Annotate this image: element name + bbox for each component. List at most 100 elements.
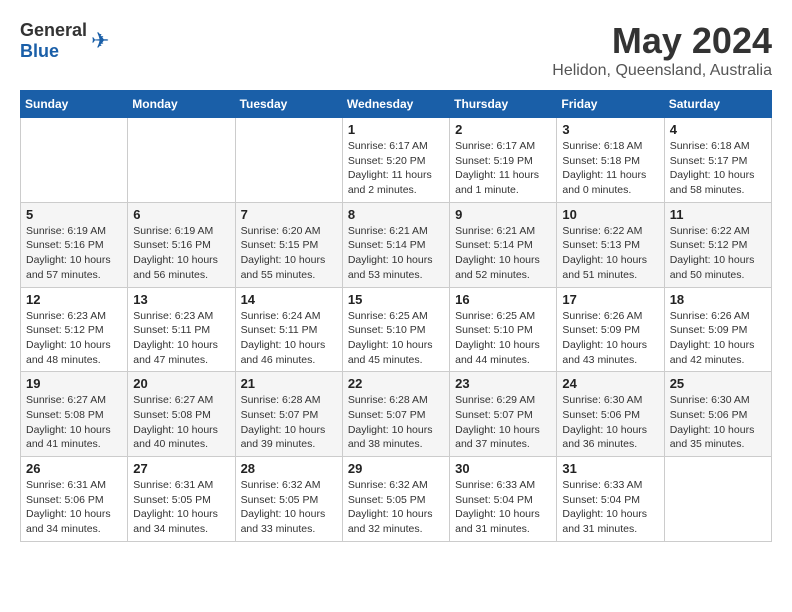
header-thursday: Thursday xyxy=(450,91,557,118)
calendar-header-row: Sunday Monday Tuesday Wednesday Thursday… xyxy=(21,91,772,118)
table-row: 28 Sunrise: 6:32 AMSunset: 5:05 PMDaylig… xyxy=(235,457,342,542)
day-info: Sunrise: 6:31 AMSunset: 5:05 PMDaylight:… xyxy=(133,478,229,537)
day-info: Sunrise: 6:25 AMSunset: 5:10 PMDaylight:… xyxy=(455,309,551,368)
table-row: 31 Sunrise: 6:33 AMSunset: 5:04 PMDaylig… xyxy=(557,457,664,542)
day-info: Sunrise: 6:31 AMSunset: 5:06 PMDaylight:… xyxy=(26,478,122,537)
location-subtitle: Helidon, Queensland, Australia xyxy=(552,62,772,80)
table-row: 7 Sunrise: 6:20 AMSunset: 5:15 PMDayligh… xyxy=(235,202,342,287)
logo-bird-icon: ✈ xyxy=(91,28,109,54)
table-row: 6 Sunrise: 6:19 AMSunset: 5:16 PMDayligh… xyxy=(128,202,235,287)
table-row: 9 Sunrise: 6:21 AMSunset: 5:14 PMDayligh… xyxy=(450,202,557,287)
day-number: 6 xyxy=(133,207,229,222)
day-info: Sunrise: 6:26 AMSunset: 5:09 PMDaylight:… xyxy=(670,309,766,368)
table-row: 25 Sunrise: 6:30 AMSunset: 5:06 PMDaylig… xyxy=(664,372,771,457)
day-info: Sunrise: 6:27 AMSunset: 5:08 PMDaylight:… xyxy=(26,393,122,452)
day-info: Sunrise: 6:21 AMSunset: 5:14 PMDaylight:… xyxy=(455,224,551,283)
header-monday: Monday xyxy=(128,91,235,118)
day-number: 9 xyxy=(455,207,551,222)
title-block: May 2024 Helidon, Queensland, Australia xyxy=(552,20,772,80)
day-info: Sunrise: 6:22 AMSunset: 5:13 PMDaylight:… xyxy=(562,224,658,283)
calendar-week-row: 12 Sunrise: 6:23 AMSunset: 5:12 PMDaylig… xyxy=(21,287,772,372)
day-number: 3 xyxy=(562,122,658,137)
day-number: 21 xyxy=(241,376,337,391)
table-row xyxy=(235,118,342,203)
calendar-week-row: 1 Sunrise: 6:17 AMSunset: 5:20 PMDayligh… xyxy=(21,118,772,203)
day-info: Sunrise: 6:23 AMSunset: 5:12 PMDaylight:… xyxy=(26,309,122,368)
day-number: 29 xyxy=(348,461,444,476)
table-row: 10 Sunrise: 6:22 AMSunset: 5:13 PMDaylig… xyxy=(557,202,664,287)
day-info: Sunrise: 6:23 AMSunset: 5:11 PMDaylight:… xyxy=(133,309,229,368)
table-row: 18 Sunrise: 6:26 AMSunset: 5:09 PMDaylig… xyxy=(664,287,771,372)
day-info: Sunrise: 6:19 AMSunset: 5:16 PMDaylight:… xyxy=(133,224,229,283)
table-row: 21 Sunrise: 6:28 AMSunset: 5:07 PMDaylig… xyxy=(235,372,342,457)
day-info: Sunrise: 6:21 AMSunset: 5:14 PMDaylight:… xyxy=(348,224,444,283)
day-number: 13 xyxy=(133,292,229,307)
table-row: 3 Sunrise: 6:18 AMSunset: 5:18 PMDayligh… xyxy=(557,118,664,203)
day-number: 14 xyxy=(241,292,337,307)
day-number: 5 xyxy=(26,207,122,222)
table-row: 12 Sunrise: 6:23 AMSunset: 5:12 PMDaylig… xyxy=(21,287,128,372)
table-row: 16 Sunrise: 6:25 AMSunset: 5:10 PMDaylig… xyxy=(450,287,557,372)
day-info: Sunrise: 6:20 AMSunset: 5:15 PMDaylight:… xyxy=(241,224,337,283)
day-info: Sunrise: 6:17 AMSunset: 5:20 PMDaylight:… xyxy=(348,139,444,198)
day-number: 11 xyxy=(670,207,766,222)
table-row: 23 Sunrise: 6:29 AMSunset: 5:07 PMDaylig… xyxy=(450,372,557,457)
day-number: 30 xyxy=(455,461,551,476)
table-row: 2 Sunrise: 6:17 AMSunset: 5:19 PMDayligh… xyxy=(450,118,557,203)
table-row: 4 Sunrise: 6:18 AMSunset: 5:17 PMDayligh… xyxy=(664,118,771,203)
day-info: Sunrise: 6:32 AMSunset: 5:05 PMDaylight:… xyxy=(241,478,337,537)
day-number: 20 xyxy=(133,376,229,391)
day-number: 26 xyxy=(26,461,122,476)
day-number: 22 xyxy=(348,376,444,391)
day-number: 28 xyxy=(241,461,337,476)
day-number: 2 xyxy=(455,122,551,137)
calendar-table: Sunday Monday Tuesday Wednesday Thursday… xyxy=(20,90,772,542)
table-row: 29 Sunrise: 6:32 AMSunset: 5:05 PMDaylig… xyxy=(342,457,449,542)
page-header: General Blue ✈ May 2024 Helidon, Queensl… xyxy=(20,20,772,80)
table-row: 8 Sunrise: 6:21 AMSunset: 5:14 PMDayligh… xyxy=(342,202,449,287)
logo-general-text: General xyxy=(20,20,87,40)
day-number: 17 xyxy=(562,292,658,307)
day-info: Sunrise: 6:18 AMSunset: 5:17 PMDaylight:… xyxy=(670,139,766,198)
day-number: 1 xyxy=(348,122,444,137)
day-number: 12 xyxy=(26,292,122,307)
day-number: 19 xyxy=(26,376,122,391)
day-number: 25 xyxy=(670,376,766,391)
day-info: Sunrise: 6:19 AMSunset: 5:16 PMDaylight:… xyxy=(26,224,122,283)
table-row: 17 Sunrise: 6:26 AMSunset: 5:09 PMDaylig… xyxy=(557,287,664,372)
logo-blue-text: Blue xyxy=(20,41,59,61)
day-number: 7 xyxy=(241,207,337,222)
day-info: Sunrise: 6:18 AMSunset: 5:18 PMDaylight:… xyxy=(562,139,658,198)
day-number: 24 xyxy=(562,376,658,391)
day-number: 10 xyxy=(562,207,658,222)
table-row: 20 Sunrise: 6:27 AMSunset: 5:08 PMDaylig… xyxy=(128,372,235,457)
table-row xyxy=(664,457,771,542)
day-info: Sunrise: 6:32 AMSunset: 5:05 PMDaylight:… xyxy=(348,478,444,537)
table-row xyxy=(128,118,235,203)
day-info: Sunrise: 6:27 AMSunset: 5:08 PMDaylight:… xyxy=(133,393,229,452)
day-info: Sunrise: 6:28 AMSunset: 5:07 PMDaylight:… xyxy=(241,393,337,452)
day-number: 15 xyxy=(348,292,444,307)
table-row: 27 Sunrise: 6:31 AMSunset: 5:05 PMDaylig… xyxy=(128,457,235,542)
header-sunday: Sunday xyxy=(21,91,128,118)
day-info: Sunrise: 6:17 AMSunset: 5:19 PMDaylight:… xyxy=(455,139,551,198)
day-info: Sunrise: 6:28 AMSunset: 5:07 PMDaylight:… xyxy=(348,393,444,452)
day-number: 18 xyxy=(670,292,766,307)
logo: General Blue ✈ xyxy=(20,20,109,62)
table-row: 22 Sunrise: 6:28 AMSunset: 5:07 PMDaylig… xyxy=(342,372,449,457)
day-info: Sunrise: 6:29 AMSunset: 5:07 PMDaylight:… xyxy=(455,393,551,452)
month-year-title: May 2024 xyxy=(552,20,772,62)
header-wednesday: Wednesday xyxy=(342,91,449,118)
table-row: 15 Sunrise: 6:25 AMSunset: 5:10 PMDaylig… xyxy=(342,287,449,372)
table-row: 5 Sunrise: 6:19 AMSunset: 5:16 PMDayligh… xyxy=(21,202,128,287)
day-info: Sunrise: 6:33 AMSunset: 5:04 PMDaylight:… xyxy=(455,478,551,537)
table-row: 24 Sunrise: 6:30 AMSunset: 5:06 PMDaylig… xyxy=(557,372,664,457)
day-info: Sunrise: 6:30 AMSunset: 5:06 PMDaylight:… xyxy=(562,393,658,452)
day-info: Sunrise: 6:30 AMSunset: 5:06 PMDaylight:… xyxy=(670,393,766,452)
day-info: Sunrise: 6:26 AMSunset: 5:09 PMDaylight:… xyxy=(562,309,658,368)
table-row: 13 Sunrise: 6:23 AMSunset: 5:11 PMDaylig… xyxy=(128,287,235,372)
header-tuesday: Tuesday xyxy=(235,91,342,118)
header-saturday: Saturday xyxy=(664,91,771,118)
header-friday: Friday xyxy=(557,91,664,118)
day-number: 23 xyxy=(455,376,551,391)
